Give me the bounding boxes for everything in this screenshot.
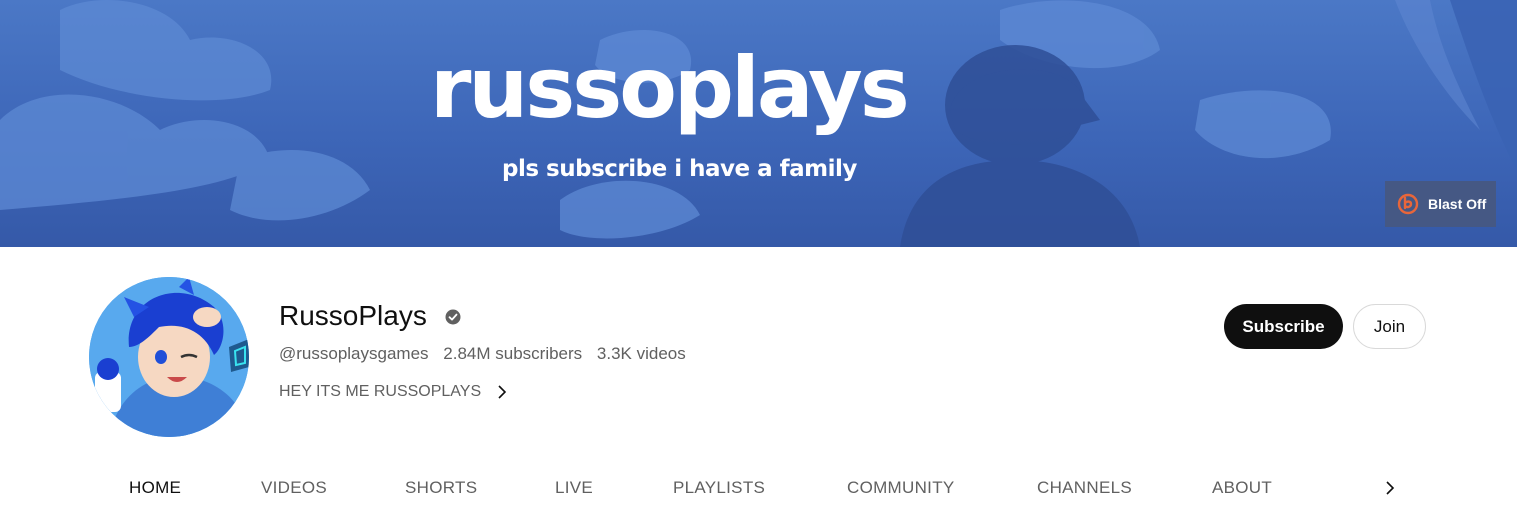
channel-name: RussoPlays	[279, 300, 427, 331]
tab-about[interactable]: ABOUT	[1212, 478, 1272, 498]
verified-check-icon	[445, 309, 461, 325]
subscriber-count: 2.84M subscribers	[443, 344, 583, 363]
channel-description[interactable]: HEY ITS ME RUSSOPLAYS	[279, 383, 509, 401]
blast-off-label: Blast Off	[1428, 196, 1487, 212]
chevron-right-icon[interactable]	[1378, 476, 1402, 500]
description-text: HEY ITS ME RUSSOPLAYS	[279, 383, 482, 400]
banner-title: russoplays	[430, 39, 910, 137]
tab-community[interactable]: COMMUNITY	[847, 478, 955, 498]
channel-banner: russoplays pls subscribe i have a family…	[0, 0, 1517, 247]
chevron-right-icon	[495, 384, 509, 400]
blast-off-icon	[1397, 193, 1419, 215]
tab-shorts[interactable]: SHORTS	[405, 478, 477, 498]
channel-handle[interactable]: @russoplaysgames	[279, 344, 429, 363]
blast-off-button[interactable]: Blast Off	[1385, 181, 1496, 227]
video-count: 3.3K videos	[596, 344, 686, 363]
channel-avatar[interactable]	[89, 277, 249, 437]
join-button[interactable]: Join	[1353, 304, 1426, 349]
channel-tabs: HOME VIDEOS SHORTS LIVE PLAYLISTS COMMUN…	[0, 460, 1517, 514]
tab-videos[interactable]: VIDEOS	[261, 478, 327, 498]
tab-live[interactable]: LIVE	[555, 478, 593, 498]
tab-channels[interactable]: CHANNELS	[1037, 478, 1132, 498]
channel-meta: @russoplaysgames 2.84M subscribers 3.3K …	[279, 344, 696, 364]
tab-playlists[interactable]: PLAYLISTS	[673, 478, 765, 498]
banner-subtitle: pls subscribe i have a family	[502, 156, 857, 182]
tab-home[interactable]: HOME	[129, 478, 181, 498]
avatar-art	[89, 277, 249, 437]
subscribe-button[interactable]: Subscribe	[1224, 304, 1343, 349]
